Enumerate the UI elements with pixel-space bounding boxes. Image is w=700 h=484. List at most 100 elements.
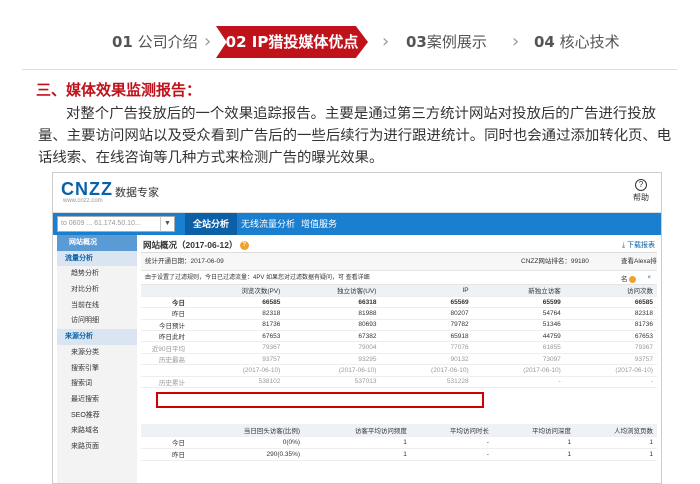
row-label: 昨日 [141, 307, 189, 320]
download-report-button[interactable]: ⤓ 下载报表 [622, 240, 655, 250]
table-cell: - [564, 376, 657, 389]
cnzz-logo: CNZZ [61, 179, 113, 199]
table-header: 平均访问时长 [410, 424, 493, 437]
content-title-text: 网站概况（2017-06-12） [143, 240, 238, 250]
step-separator: › [382, 31, 390, 52]
table-cell: 54764 [472, 307, 565, 320]
table-cell: 93295 [284, 353, 381, 366]
table-cell: 67653 [564, 330, 657, 343]
table-cell: 67382 [284, 330, 381, 343]
logo-url: www.cnzz.com [63, 198, 103, 204]
sidebar-item-online[interactable]: 当前在线 [57, 298, 137, 314]
highlight-box [156, 392, 484, 408]
table-cell: 537013 [284, 376, 381, 389]
table-cell: (2017-06-10) [472, 364, 565, 377]
sidebar-group-source[interactable]: 来源分析 [57, 329, 137, 345]
sidebar-item-keywords[interactable]: 搜索词 [57, 376, 137, 392]
table-cell: - [472, 376, 565, 389]
table-header-row: 当日回头访客(比例) 访客平均访问频度 平均访问时长 平均访问深度 人均浏览页数 [141, 424, 657, 437]
table-cell: 65569 [380, 296, 473, 309]
row-label: 近90日平均 [141, 341, 189, 354]
table-cell: - [410, 448, 493, 461]
table-cell: 82318 [189, 307, 285, 320]
step-3-label: 案例展示 [426, 33, 487, 51]
sidebar-item-detail[interactable]: 访问明细 [57, 313, 137, 329]
sidebar-item-compare[interactable]: 对比分析 [57, 282, 137, 298]
tab-value-added[interactable]: 增值服务 [293, 213, 345, 235]
table-header: 人均浏览页数 [574, 424, 657, 437]
table-cell: 79004 [284, 341, 381, 354]
info-icon[interactable]: ? [239, 241, 249, 251]
table-header: 访客平均访问频度 [304, 424, 411, 437]
table-cell: 1 [574, 448, 657, 461]
step-2-num: 02 [225, 33, 247, 51]
row-label: 历史累计 [141, 376, 189, 389]
table-cell: (2017-06-10) [380, 364, 473, 377]
row-label: 今日 [141, 436, 189, 449]
table-cell: 79782 [380, 319, 473, 332]
step-3[interactable]: 03案例展示 [406, 26, 487, 58]
table-row: 昨日 82318 81988 80207 54764 82318 [141, 307, 657, 320]
table-header [141, 285, 189, 297]
table-cell: 0(0%) [189, 436, 305, 449]
cnzz-rank: CNZZ网站排名：99180 [521, 258, 589, 265]
table-cell: 80207 [380, 307, 473, 320]
table-header: 浏览次数(PV) [189, 285, 285, 297]
step-4[interactable]: 04 核心技术 [534, 26, 620, 58]
content-title: 网站概况（2017-06-12） ? ⤓ 下载报表 [141, 235, 657, 253]
table-header-row: 浏览次数(PV) 独立访客(UV) IP 新独立访客 访问次数 [141, 285, 657, 297]
table-cell: 73097 [472, 353, 565, 366]
download-label: 下载报表 [627, 242, 655, 249]
sidebar-group-traffic[interactable]: 流量分析 [57, 250, 137, 267]
table-cell: 531228 [380, 376, 473, 389]
sidebar-item-source-type[interactable]: 来源分类 [57, 345, 137, 361]
table-header: IP [380, 285, 473, 297]
table-cell: 81988 [284, 307, 381, 320]
table-row: 昨日 290(0.35%) 1-1 1 [141, 448, 657, 461]
sidebar-item-domains[interactable]: 来路域名 [57, 423, 137, 439]
table-row: 近90日平均 79367 79004 77076 61855 79367 [141, 341, 657, 354]
step-separator: › [204, 31, 212, 52]
sidebar-item-trend[interactable]: 趋势分析 [57, 266, 137, 282]
sidebar: 网站概况 流量分析 趋势分析 对比分析 当前在线 访问明细 来源分析 来源分类 … [57, 235, 137, 483]
step-2-label: IP猎投媒体优点 [251, 33, 359, 51]
table-cell: 79367 [564, 341, 657, 354]
sidebar-item-seo[interactable]: SEO推荐 [57, 408, 137, 424]
sidebar-item-overview[interactable]: 网站概况 [57, 235, 137, 251]
sidebar-item-pages[interactable]: 来路页面 [57, 439, 137, 455]
table-row: 今日预计 81736 80693 79782 51346 81736 [141, 319, 657, 332]
table-cell: 538102 [189, 376, 285, 389]
row-label [141, 364, 189, 377]
sidebar-item-search-engine[interactable]: 搜索引擎 [57, 361, 137, 377]
step-4-label: 核心技术 [559, 33, 620, 51]
table-cell: 90132 [380, 353, 473, 366]
table-cell: (2017-06-10) [189, 364, 285, 377]
table-cell: 93757 [564, 353, 657, 366]
site-select[interactable]: to 0609 ... 61.174.50.10... ▼ [57, 216, 175, 232]
table-cell: (2017-06-10) [564, 364, 657, 377]
table-header: 当日回头访客(比例) [189, 424, 305, 437]
row-label: 今日 [141, 296, 189, 309]
table-cell: 93757 [189, 353, 285, 366]
step-2-active[interactable]: 02 IP猎投媒体优点 [216, 26, 368, 58]
table-cell: 1 [304, 436, 411, 449]
sidebar-item-recent-search[interactable]: 最近搜索 [57, 392, 137, 408]
table-cell: 1 [574, 436, 657, 449]
table-cell: 66585 [564, 296, 657, 309]
step-4-num: 04 [534, 33, 555, 51]
step-1[interactable]: 01 公司介绍 [112, 26, 198, 58]
table-cell: 79367 [189, 341, 285, 354]
table-cell: 44759 [472, 330, 565, 343]
step-navigation: 01 公司介绍 › 02 IP猎投媒体优点 › 03案例展示 › 04 核心技术 [0, 26, 700, 58]
tab-full-site[interactable]: 全站分析 [185, 213, 238, 235]
table-cell: 65599 [472, 296, 565, 309]
close-icon[interactable]: × [647, 271, 651, 285]
chevron-down-icon: ▼ [160, 217, 174, 231]
table-cell: 77076 [380, 341, 473, 354]
table-cell: 290(0.35%) [189, 448, 305, 461]
nav-bar: to 0609 ... 61.174.50.10... ▼ 全站分析 无线流量分析… [53, 213, 661, 235]
notice-text: 由于设置了过滤规则，今日已过滤流量：4PV 如果您对过滤数据有疑问，可 查看详细 [145, 275, 370, 281]
description-paragraph: 对整个广告投放后的一个效果追踪报告。主要是通过第三方统计网站对投放后的广告进行投… [38, 106, 672, 166]
help-button[interactable]: ? 帮助 [629, 179, 653, 203]
table-row: 今日 0(0%) 1-1 1 [141, 436, 657, 449]
